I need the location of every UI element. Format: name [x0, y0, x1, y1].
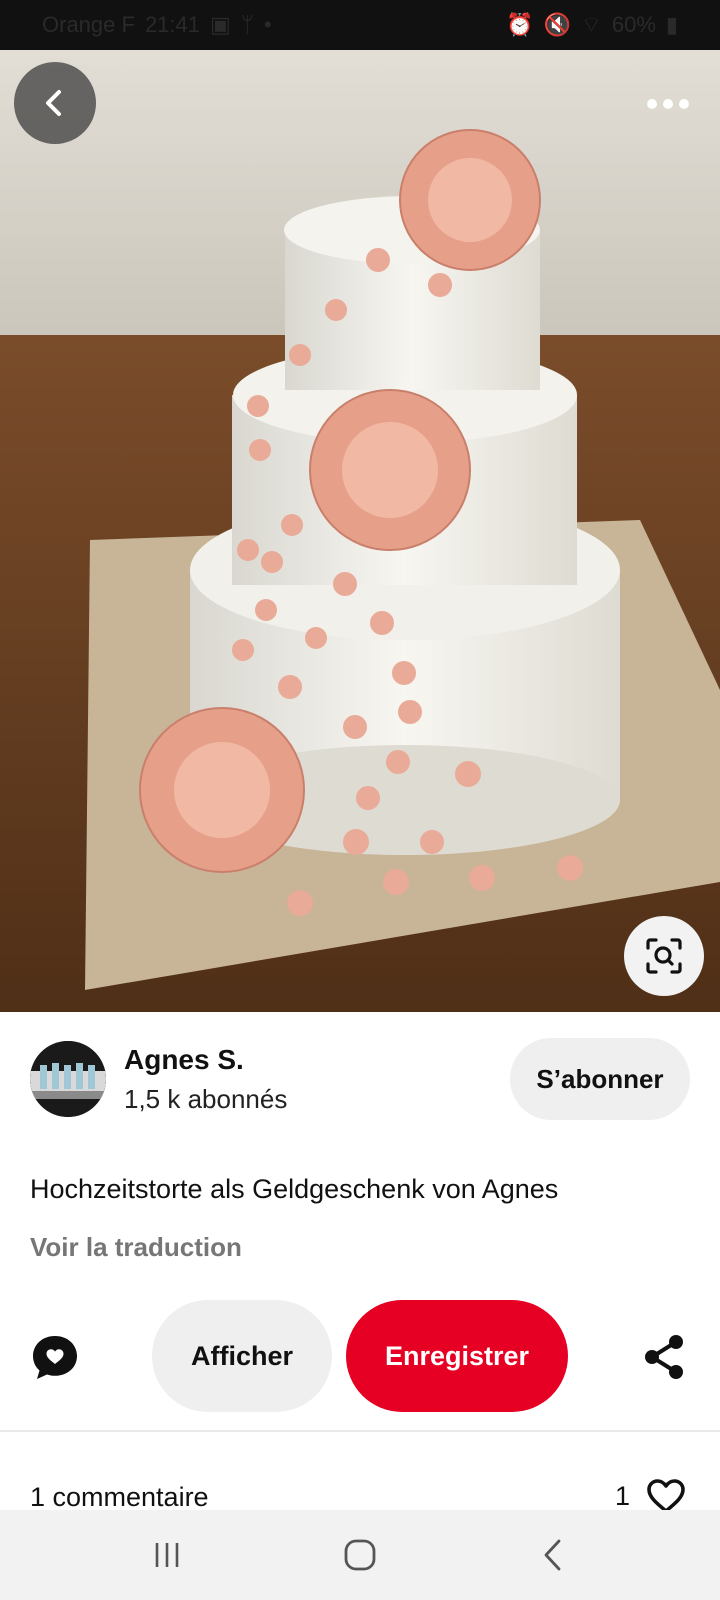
pin-image[interactable] [0, 50, 720, 1012]
likes-count: 1 [614, 1480, 630, 1511]
avatar-image [30, 1041, 106, 1117]
avatar[interactable] [30, 1041, 106, 1117]
comment-bubble-icon [33, 1336, 77, 1379]
status-right: ⏰ 🔇 ⌔ 60% ▮ [506, 11, 678, 39]
chevron-left-icon [46, 90, 61, 116]
alarm-icon: ⏰ [506, 12, 534, 37]
follower-count: 1,5 k abonnés [124, 1083, 288, 1114]
back-arrow-icon [544, 1539, 561, 1571]
creator-row: Agnes S. 1,5 k abonnés S’abonner [0, 1012, 720, 1146]
cake-photo [0, 50, 720, 1012]
dot-icon: • [264, 12, 272, 37]
view-button[interactable]: Afficher [152, 1300, 332, 1412]
comment-button[interactable] [28, 1330, 82, 1384]
share-button[interactable] [640, 1332, 690, 1382]
status-left: Orange F 21:41 ▣ ᛘ • [42, 12, 272, 38]
recent-apps-button[interactable] [137, 1525, 197, 1585]
image-icon: ▣ [210, 12, 231, 37]
home-icon [344, 1539, 376, 1571]
clock: 21:41 [144, 12, 200, 37]
creator-name[interactable]: Agnes S. [124, 1044, 287, 1076]
back-button[interactable] [14, 62, 96, 144]
home-button[interactable] [330, 1525, 390, 1585]
recent-apps-icon [155, 1543, 178, 1567]
heart-icon[interactable] [646, 1478, 686, 1514]
carrier-label: Orange F [42, 12, 135, 37]
visual-search-icon [646, 938, 682, 974]
save-button[interactable]: Enregistrer [346, 1300, 568, 1412]
comments-count[interactable]: 1 commentaire [30, 1482, 209, 1513]
wifi-icon: ⌔ [581, 12, 602, 37]
action-bar: Afficher Enregistrer [0, 1300, 720, 1412]
creator-info: Agnes S. 1,5 k abonnés [124, 1044, 287, 1115]
more-horizontal-icon [647, 99, 689, 109]
system-back-button[interactable] [523, 1525, 583, 1585]
signal-icon: ᛘ [240, 12, 254, 37]
status-bar: Orange F 21:41 ▣ ᛘ • ⏰ 🔇 ⌔ 60% ▮ [0, 0, 720, 50]
battery-label: 60% [611, 12, 656, 37]
mute-icon: 🔇 [543, 12, 572, 37]
share-icon [645, 1335, 683, 1379]
likes: 1 [615, 1478, 686, 1514]
system-nav-bar [0, 1510, 720, 1600]
pin-title: Hochzeitstorte als Geldgeschenk von Agne… [30, 1174, 559, 1204]
more-options-button[interactable] [638, 84, 698, 124]
battery-icon: ▮ [665, 12, 678, 37]
visual-search-button[interactable] [624, 916, 704, 996]
see-translation-link[interactable]: Voir la traduction [30, 1232, 242, 1263]
divider [0, 1430, 720, 1432]
subscribe-button[interactable]: S’abonner [510, 1038, 690, 1120]
